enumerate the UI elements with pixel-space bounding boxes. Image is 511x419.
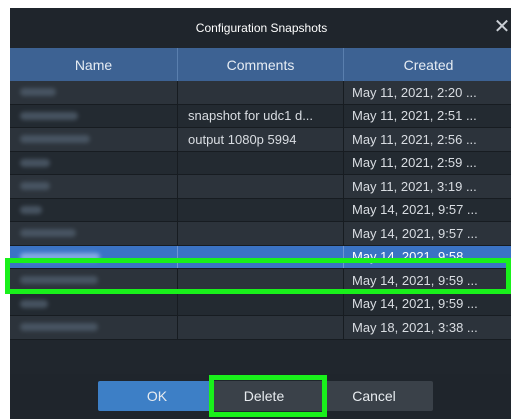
dialog-title: Configuration Snapshots xyxy=(195,21,328,35)
redacted-name xyxy=(20,182,50,191)
cell-created: May 18, 2021, 3:38 ... xyxy=(352,319,478,335)
configuration-snapshots-dialog: Configuration Snapshots ✕ Name Comments … xyxy=(10,8,511,419)
cell-created: May 14, 2021, 9:57 ... xyxy=(352,225,478,241)
cell-comment xyxy=(178,269,344,292)
table-body: May 11, 2021, 2:20 ... snapshot for udc1 … xyxy=(10,81,511,340)
cell-name xyxy=(10,175,178,198)
cell-comment xyxy=(178,81,344,104)
redacted-name xyxy=(20,299,48,308)
column-header-comments[interactable]: Comments xyxy=(178,48,344,81)
table-row[interactable]: May 14, 2021, 9:58 ... xyxy=(10,245,511,269)
cell-name xyxy=(10,316,178,339)
dialog-footer: OK Cancel Delete xyxy=(10,374,511,419)
cell-created: May 11, 2021, 3:19 ... xyxy=(352,178,477,194)
table-row[interactable]: May 11, 2021, 2:59 ... xyxy=(10,151,511,175)
cell-created: May 14, 2021, 9:57 ... xyxy=(352,202,478,218)
table-row[interactable]: snapshot for udc1 d... May 11, 2021, 2:51… xyxy=(10,104,511,128)
redacted-name xyxy=(20,276,98,285)
table-row[interactable]: May 18, 2021, 3:38 ... xyxy=(10,316,511,340)
cell-created: May 11, 2021, 2:56 ... xyxy=(352,131,477,147)
cell-name xyxy=(10,151,178,174)
redacted-name xyxy=(20,205,42,214)
close-icon[interactable]: ✕ xyxy=(493,17,511,37)
redacted-name xyxy=(20,158,50,167)
cell-comment xyxy=(178,151,344,174)
redacted-name xyxy=(20,88,56,97)
redacted-name xyxy=(20,229,76,238)
cell-name xyxy=(10,198,178,221)
cell-created: May 11, 2021, 2:20 ... xyxy=(352,84,477,100)
cell-created: May 14, 2021, 9:59 ... xyxy=(352,296,478,312)
table-header: Name Comments Created xyxy=(10,48,511,81)
snapshots-table: Name Comments Created May 11, 2021, 2:20… xyxy=(10,48,511,340)
cell-name xyxy=(10,128,178,151)
cell-name xyxy=(10,269,178,292)
table-row[interactable]: May 14, 2021, 9:59 ... xyxy=(10,292,511,316)
table-row[interactable]: May 14, 2021, 9:59 ... xyxy=(10,269,511,293)
cell-comment xyxy=(178,175,344,198)
column-header-name[interactable]: Name xyxy=(10,48,178,81)
cell-created: May 14, 2021, 9:58 ... xyxy=(344,246,511,269)
cell-comment: snapshot for udc1 d... xyxy=(178,104,344,127)
redacted-name xyxy=(20,135,90,144)
cell-name xyxy=(10,104,178,127)
cell-comment xyxy=(178,245,344,268)
redacted-name xyxy=(20,323,98,332)
cancel-button[interactable]: Cancel xyxy=(315,381,433,411)
table-row[interactable]: output 1080p 5994 May 11, 2021, 2:56 ... xyxy=(10,128,511,152)
ok-button[interactable]: OK xyxy=(98,381,216,411)
dialog-titlebar: Configuration Snapshots ✕ xyxy=(10,8,511,48)
table-row[interactable]: May 11, 2021, 3:19 ... xyxy=(10,175,511,199)
cell-comment xyxy=(178,222,344,245)
cell-name xyxy=(10,81,178,104)
redacted-name xyxy=(20,252,100,261)
cell-name xyxy=(10,222,178,245)
column-header-created[interactable]: Created xyxy=(344,48,511,81)
cell-comment: output 1080p 5994 xyxy=(178,128,344,151)
cell-name xyxy=(10,245,178,268)
cell-comment xyxy=(178,198,344,221)
cell-comment xyxy=(178,292,344,315)
delete-button[interactable]: Delete xyxy=(210,381,318,411)
table-row[interactable]: May 14, 2021, 9:57 ... xyxy=(10,222,511,246)
cell-comment xyxy=(178,316,344,339)
redacted-name xyxy=(20,111,78,120)
cell-created: May 11, 2021, 2:59 ... xyxy=(352,155,477,171)
table-row[interactable]: May 14, 2021, 9:57 ... xyxy=(10,198,511,222)
cell-name xyxy=(10,292,178,315)
cell-created: May 11, 2021, 2:51 ... xyxy=(352,108,477,124)
table-row[interactable]: May 11, 2021, 2:20 ... xyxy=(10,81,511,105)
cell-created: May 14, 2021, 9:59 ... xyxy=(352,272,478,288)
